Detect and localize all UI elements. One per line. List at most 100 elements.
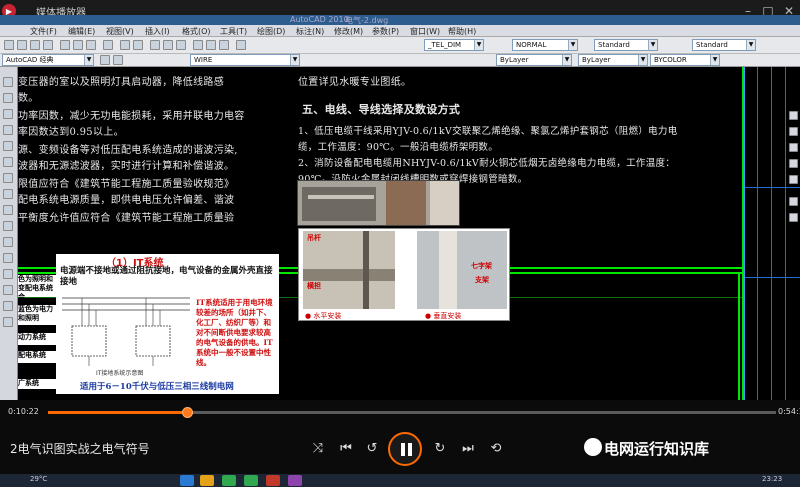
pan-icon[interactable] [150, 40, 160, 50]
lineweight-select[interactable]: ByLayer ▼ [578, 54, 648, 66]
chevron-down-icon: ▼ [290, 55, 299, 65]
copy-icon[interactable] [73, 40, 83, 50]
screen: ▶ 媒体播放器 – □ ✕ AutoCAD 2010 电气-2.dwg 文件(F… [0, 0, 800, 487]
region-tool-icon[interactable] [3, 285, 13, 295]
point-tool-icon[interactable] [3, 237, 13, 247]
installation-photo-panel: 吊杆 横担 七字架 支架 ● 水平安装 ● 垂直安装 [298, 228, 510, 321]
print-icon[interactable] [43, 40, 53, 50]
chevron-down-icon: ▼ [562, 55, 571, 65]
ellipse-tool-icon[interactable] [3, 189, 13, 199]
dimension-style-select[interactable]: Standard ▼ [594, 39, 658, 51]
menu-draw[interactable]: 绘图(D) [257, 26, 285, 37]
pause-button[interactable] [388, 432, 422, 466]
zoom-realtime-icon[interactable] [163, 40, 173, 50]
it-system-slide: （1）IT系统 电源端不接地或通过阻抗接地，电气设备的金属外壳直接接地 IT接地… [56, 254, 279, 394]
taskbar-app-icon[interactable] [266, 475, 280, 486]
photo-region [363, 231, 369, 309]
new-file-icon[interactable] [4, 40, 14, 50]
taskbar-app-icon[interactable] [288, 475, 302, 486]
rectangle-tool-icon[interactable] [3, 125, 13, 135]
plotstyle-select[interactable]: BYCOLOR ▼ [650, 54, 720, 66]
right-tool-palette [744, 67, 800, 400]
table-style-select[interactable]: Standard ▼ [692, 39, 756, 51]
layer-properties-icon[interactable] [100, 55, 110, 65]
pause-icon [401, 443, 405, 456]
forward-30-icon[interactable]: ↻ [430, 440, 450, 458]
palette-tool-icon[interactable] [789, 175, 798, 184]
polygon-tool-icon[interactable] [3, 109, 13, 119]
text-style-select[interactable]: NORMAL ▼ [512, 39, 578, 51]
gradient-tool-icon[interactable] [3, 269, 13, 279]
paste-icon[interactable] [86, 40, 96, 50]
layer-select[interactable]: WIRE ▼ [190, 54, 300, 66]
make-block-icon[interactable] [3, 221, 13, 231]
palette-tool-icon[interactable] [789, 143, 798, 152]
green-line [738, 272, 740, 400]
menu-dimension[interactable]: 标注(N) [296, 26, 324, 37]
shuffle-icon[interactable]: ⤨ [308, 440, 328, 458]
total-time: 0:54:17 [778, 407, 800, 416]
save-icon[interactable] [30, 40, 40, 50]
palette-tool-icon[interactable] [789, 159, 798, 168]
dimstyle-select[interactable]: _TEL_DIM ▼ [424, 39, 484, 51]
side-label: 色为照明和变配电系统合 [18, 275, 58, 301]
menu-file[interactable]: 文件(F) [30, 26, 57, 37]
palette-tool-icon[interactable] [789, 213, 798, 222]
taskbar-app-icon[interactable] [180, 475, 194, 486]
menu-view[interactable]: 视图(V) [106, 26, 134, 37]
palette-tool-icon[interactable] [789, 197, 798, 206]
taskbar-app-icon[interactable] [200, 475, 214, 486]
menu-parametric[interactable]: 参数(P) [372, 26, 399, 37]
cut-icon[interactable] [60, 40, 70, 50]
seek-bar[interactable] [48, 407, 776, 418]
open-file-icon[interactable] [17, 40, 27, 50]
drawing-text-line: 限值应符合《建筑节能工程施工质量验收规范》 [18, 179, 235, 190]
palette-column [771, 67, 781, 400]
table-tool-icon[interactable] [3, 301, 13, 311]
arc-tool-icon[interactable] [3, 141, 13, 151]
layer-state-icon[interactable] [113, 55, 123, 65]
plotstyle-value: BYCOLOR [654, 56, 687, 64]
photo-region [386, 181, 426, 225]
palette-tool-icon[interactable] [789, 127, 798, 136]
slide-footer: 适用于6－10千伏与低压三相三线制电网 [80, 382, 234, 392]
palette-divider [745, 277, 800, 278]
undo-icon[interactable] [120, 40, 130, 50]
linetype-select[interactable]: ByLayer ▼ [496, 54, 572, 66]
menu-help[interactable]: 帮助(H) [448, 26, 476, 37]
palette-tool-icon[interactable] [789, 111, 798, 120]
circle-tool-icon[interactable] [3, 157, 13, 167]
hatch-tool-icon[interactable] [3, 253, 13, 263]
menu-window[interactable]: 窗口(W) [410, 26, 440, 37]
menu-insert[interactable]: 插入(I) [145, 26, 170, 37]
menu-edit[interactable]: 编辑(E) [68, 26, 95, 37]
tool-palettes-icon[interactable] [219, 40, 229, 50]
help-icon[interactable] [236, 40, 246, 50]
zoom-window-icon[interactable] [176, 40, 186, 50]
taskbar-app-icon[interactable] [222, 475, 236, 486]
menu-tools[interactable]: 工具(T) [220, 26, 247, 37]
mtext-tool-icon[interactable] [3, 317, 13, 327]
table-style-value: Standard [696, 41, 728, 49]
previous-icon[interactable]: ⏮ [336, 440, 356, 458]
spline-tool-icon[interactable] [3, 173, 13, 183]
properties-icon[interactable] [193, 40, 203, 50]
design-center-icon[interactable] [206, 40, 216, 50]
next-icon[interactable]: ⏭ [458, 440, 478, 458]
dimstyle-value: _TEL_DIM [428, 41, 462, 49]
rewind-10-icon[interactable]: ↺ [362, 440, 382, 458]
seek-handle[interactable] [182, 407, 194, 418]
polyline-tool-icon[interactable] [3, 93, 13, 103]
menu-modify[interactable]: 修改(M) [334, 26, 363, 37]
match-properties-icon[interactable] [103, 40, 113, 50]
draw-toolbar [0, 67, 18, 400]
video-title: 2电气识图实战之电气符号 [10, 442, 150, 456]
workspace-select[interactable]: AutoCAD 经典 ▼ [2, 54, 94, 66]
menu-format[interactable]: 格式(O) [182, 26, 211, 37]
repeat-icon[interactable]: ⟲ [486, 440, 506, 458]
diagram-caption: IT接地系统示意图 [96, 370, 144, 377]
redo-icon[interactable] [133, 40, 143, 50]
line-tool-icon[interactable] [3, 77, 13, 87]
taskbar-app-icon[interactable] [244, 475, 258, 486]
insert-block-icon[interactable] [3, 205, 13, 215]
